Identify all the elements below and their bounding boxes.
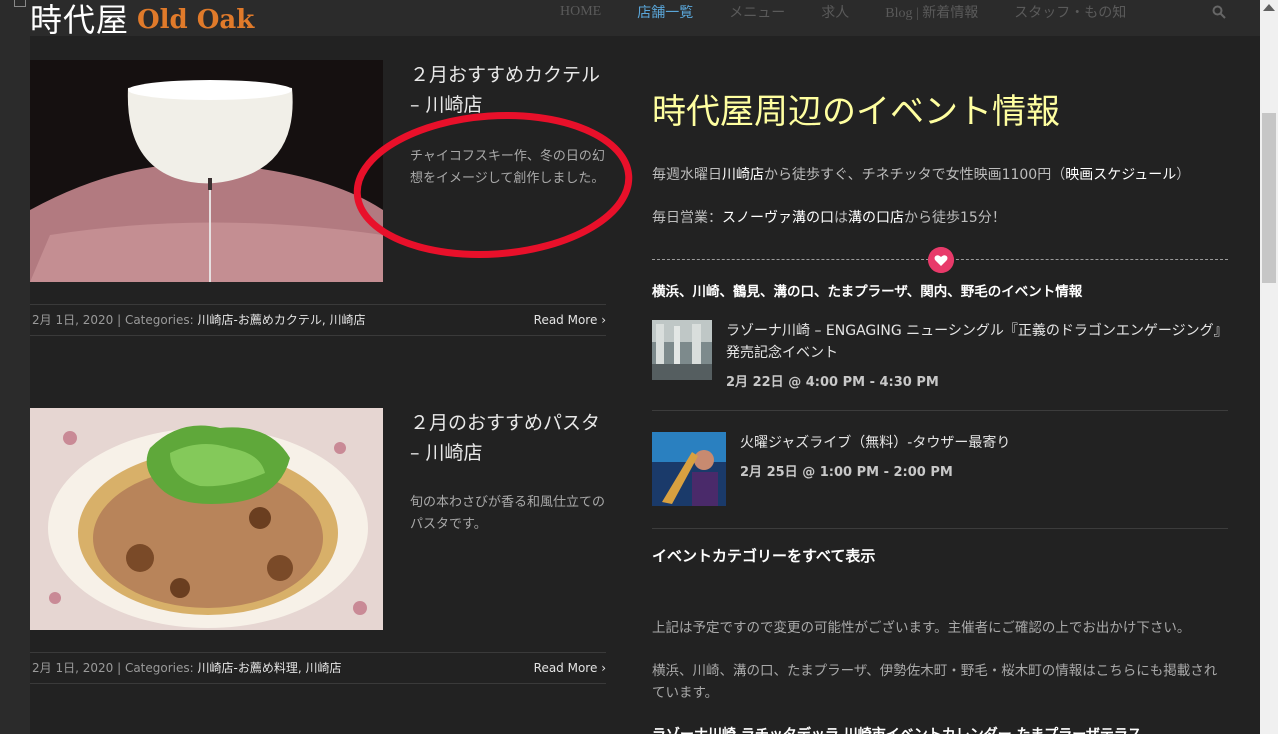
blog-post: ２月のおすすめパスタ – 川崎店 旬の本わさびが香る和風仕立てのパスタです。 2… xyxy=(30,408,606,684)
link-mizonokuchi-shop[interactable]: 溝の口店 xyxy=(848,210,904,226)
post-image-pasta[interactable] xyxy=(30,408,383,630)
read-more-label: Read More xyxy=(533,661,598,675)
logo-kanji: 時代屋 xyxy=(30,1,130,39)
chevron-right-icon: › xyxy=(601,313,606,327)
event-separator xyxy=(652,410,1228,411)
read-more-link[interactable]: Read More › xyxy=(534,653,606,683)
nav-menu[interactable]: メニュー xyxy=(729,2,785,22)
post-meta-left: 2月 1日, 2020 | Categories: 川崎店-お薦めカクテル, 川… xyxy=(32,305,365,335)
sidebar-heading: 時代屋周辺のイベント情報 xyxy=(652,92,1060,132)
post-categories[interactable]: 川崎店-お薦め料理, 川崎店 xyxy=(198,661,342,675)
info-note: 横浜、川崎、溝の口、たまプラーザ、伊勢佐木町・野毛・桜木町の情報はこちらにも掲載… xyxy=(652,663,1218,701)
movie-line-mid: から徒歩すぐ、チネチッタで女性映画1100円（ xyxy=(764,167,1066,183)
scroll-up-arrow-icon[interactable] xyxy=(1263,4,1275,11)
sidebar-snova-line: 毎日営業：スノーヴァ溝の口は溝の口店から徒歩15分！ xyxy=(652,207,1006,227)
snova-line-pre: 毎日営業： xyxy=(652,210,722,226)
categories-label: Categories: xyxy=(124,661,194,675)
nav-jobs[interactable]: 求人 xyxy=(821,2,849,22)
vertical-scrollbar[interactable] xyxy=(1260,0,1278,734)
post-image-cocktail[interactable] xyxy=(30,60,383,282)
post-excerpt: 旬の本わさびが香る和風仕立てのパスタです。 xyxy=(410,495,606,532)
post-categories[interactable]: 川崎店-お薦めカクテル, 川崎店 xyxy=(198,313,366,327)
event-item: ラゾーナ川崎 – ENGAGING ニューシングル『正義のドラゴンエンゲージング… xyxy=(652,320,1228,410)
site-header: 時代屋 Old Oak HOME 店舗一覧 メニュー 求人 Blog | 新着情… xyxy=(0,0,1260,39)
meta-separator: | xyxy=(117,661,125,675)
event-thumbnail[interactable] xyxy=(652,320,712,380)
event-title[interactable]: ラゾーナ川崎 – ENGAGING ニューシングル『正義のドラゴンエンゲージング… xyxy=(726,320,1226,364)
event-thumbnail[interactable] xyxy=(652,432,726,506)
post-meta: 2月 1日, 2020 | Categories: 川崎店-お薦めカクテル, 川… xyxy=(30,304,606,336)
event-separator xyxy=(652,528,1228,529)
page: 時代屋 Old Oak HOME 店舗一覧 メニュー 求人 Blog | 新着情… xyxy=(0,0,1260,734)
sidebar-movie-line: 毎週水曜日川崎店から徒歩すぐ、チネチッタで女性映画1100円（映画スケジュール） xyxy=(652,164,1190,184)
categories-label: Categories: xyxy=(124,313,194,327)
link-movie-schedule[interactable]: 映画スケジュール xyxy=(1065,167,1176,183)
site-logo[interactable]: 時代屋 Old Oak xyxy=(30,0,254,40)
logo-english: Old Oak xyxy=(137,5,255,35)
heart-icon xyxy=(928,247,954,273)
event-item: 火曜ジャズライブ（無料）-タウザー最寄り 2月 25日 @ 1:00 PM - … xyxy=(652,432,1228,522)
event-link-list[interactable]: ラゾーナ川崎 ラチッタデッラ 川崎市イベントカレンダー たまプラーザテラス xyxy=(652,724,1142,734)
read-more-label: Read More xyxy=(533,313,598,327)
snova-line-mid: は xyxy=(834,210,848,226)
all-event-categories-link[interactable]: イベントカテゴリーをすべて表示 xyxy=(652,545,875,566)
event-title[interactable]: 火曜ジャズライブ（無料）-タウザー最寄り xyxy=(740,432,1220,454)
schedule-note: 上記は予定ですので変更の可能性がございます。主催者にご確認の上でお出かけ下さい。 xyxy=(652,620,1191,636)
scrollbar-thumb[interactable] xyxy=(1262,113,1276,283)
movie-line-post: ） xyxy=(1176,167,1191,183)
event-date: 2月 22日 @ 4:00 PM - 4:30 PM xyxy=(726,375,939,390)
nav-blog[interactable]: Blog | 新着情報 xyxy=(885,2,978,22)
post-date: 2月 1日, 2020 xyxy=(32,661,114,675)
region-events-title: 横浜、川崎、鶴見、溝の口、たまプラーザ、関内、野毛のイベント情報 xyxy=(652,284,1083,300)
nav-home[interactable]: HOME xyxy=(560,4,601,20)
link-kawasaki-shop[interactable]: 川崎店 xyxy=(722,167,764,183)
snova-line-post: から徒歩15分！ xyxy=(904,210,1006,226)
meta-separator: | xyxy=(117,313,125,327)
search-icon[interactable] xyxy=(1212,5,1226,19)
nav-staff[interactable]: スタッフ・もの知 xyxy=(1014,2,1126,22)
main-nav: HOME 店舗一覧 メニュー 求人 Blog | 新着情報 スタッフ・もの知 xyxy=(560,0,1162,24)
chevron-right-icon: › xyxy=(601,661,606,675)
link-snova[interactable]: スノーヴァ溝の口 xyxy=(722,210,834,226)
post-meta: 2月 1日, 2020 | Categories: 川崎店-お薦め料理, 川崎店… xyxy=(30,652,606,684)
post-title[interactable]: ２月のおすすめパスタ – 川崎店 xyxy=(410,408,610,468)
read-more-link[interactable]: Read More › xyxy=(534,305,606,335)
annotation-ellipse xyxy=(353,112,633,258)
post-meta-left: 2月 1日, 2020 | Categories: 川崎店-お薦め料理, 川崎店 xyxy=(32,653,341,683)
post-date: 2月 1日, 2020 xyxy=(32,313,114,327)
movie-line-pre: 毎週水曜日 xyxy=(652,167,722,183)
event-date: 2月 25日 @ 1:00 PM - 2:00 PM xyxy=(740,465,953,480)
nav-shops[interactable]: 店舗一覧 xyxy=(637,2,693,22)
window-corner-mark xyxy=(14,0,26,7)
